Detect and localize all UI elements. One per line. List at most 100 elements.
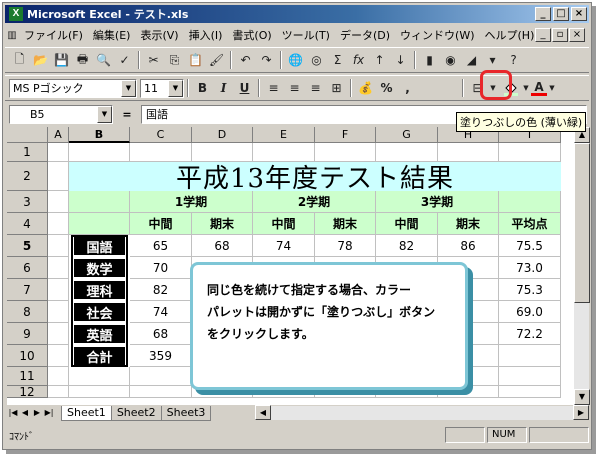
subheader[interactable]: 期末 [438,213,499,235]
menu-format[interactable]: 書式(O) [227,27,276,43]
term-header[interactable]: 1学期 [130,191,253,213]
menu-view[interactable]: 表示(V) [135,27,183,43]
subject-cell[interactable]: 英語 [73,324,126,344]
print-icon[interactable]: 🖶 [72,50,93,71]
chevron-down-icon[interactable]: ▼ [521,78,531,99]
document-icon[interactable]: ▥ [5,25,19,46]
doc-minimize-button[interactable]: _ [535,28,551,42]
select-all-corner[interactable] [7,127,48,143]
cell[interactable] [69,386,130,398]
cell[interactable] [499,143,561,162]
column-header-b[interactable]: B [69,127,130,143]
value-cell[interactable]: 70 [130,257,192,279]
redo-icon[interactable]: ↷ [256,50,277,71]
row-header-10[interactable]: 10 [7,345,48,367]
scroll-left-icon[interactable]: ◀ [255,405,271,420]
cell[interactable] [48,162,69,191]
horizontal-scrollbar[interactable]: ◀ ▶ [255,405,589,420]
menu-window[interactable]: ウィンドウ(W) [395,27,479,43]
office-assistant-icon[interactable]: ? [503,50,524,71]
cell[interactable] [48,143,69,162]
subheader[interactable]: 中間 [253,213,315,235]
row-header-3[interactable]: 3 [7,191,48,213]
value-cell[interactable]: 68 [130,323,192,345]
cell[interactable] [48,301,69,323]
scroll-down-icon[interactable]: ▼ [574,389,590,405]
cell[interactable] [48,191,69,213]
cell[interactable] [69,367,130,386]
subject-cell[interactable]: 理科 [73,280,126,300]
function-icon[interactable]: fx [348,50,369,71]
average-cell[interactable]: 72.2 [499,323,561,345]
cell[interactable] [48,257,69,279]
menu-file[interactable]: ファイル(F) [19,27,88,43]
cell[interactable] [69,213,130,235]
average-cell[interactable]: 69.0 [499,301,561,323]
align-right-icon[interactable]: ≡ [305,78,326,99]
subheader[interactable]: 平均点 [499,213,561,235]
menu-data[interactable]: データ(D) [335,27,395,43]
row-header-2[interactable]: 2 [7,162,48,191]
row-header-11[interactable]: 11 [7,367,48,386]
cell[interactable] [48,279,69,301]
average-cell[interactable]: 75.3 [499,279,561,301]
format-painter-icon[interactable]: 🖌 [206,50,227,71]
column-header-f[interactable]: F [315,127,376,143]
subheader[interactable]: 期末 [192,213,253,235]
column-header-g[interactable]: G [376,127,438,143]
doc-restore-button[interactable]: ▫ [552,28,568,42]
cell[interactable] [48,323,69,345]
average-cell[interactable]: 73.0 [499,257,561,279]
next-sheet-icon[interactable]: ▶ [31,406,43,420]
subject-cell[interactable]: 国語 [73,236,126,256]
vertical-scrollbar[interactable]: ▲ ▼ [573,127,590,405]
font-size-combo[interactable]: 11 ▼ [140,78,184,98]
term-header[interactable]: 2学期 [253,191,376,213]
close-button[interactable]: × [571,7,587,21]
row-header-12[interactable]: 12 [7,385,48,399]
cell[interactable] [48,213,69,235]
column-header-e[interactable]: E [253,127,315,143]
equals-sign[interactable]: = [113,108,141,121]
cell[interactable] [130,386,192,398]
tab-sheet2[interactable]: Sheet2 [110,405,162,421]
row-header-8[interactable]: 8 [7,301,48,323]
column-header-c[interactable]: C [130,127,192,143]
subheader[interactable]: 中間 [376,213,438,235]
scroll-thumb[interactable] [574,143,590,303]
italic-button[interactable]: I [213,78,234,99]
subject-cell[interactable]: 数学 [73,258,126,278]
value-cell[interactable]: 82 [376,235,438,257]
comma-button[interactable]: , [397,78,418,99]
chart-wizard-icon[interactable]: ▮ [419,50,440,71]
row-header-7[interactable]: 7 [7,279,48,301]
subheader[interactable]: 中間 [130,213,192,235]
cell[interactable] [499,386,561,398]
subject-cell[interactable]: 合計 [73,346,126,366]
value-cell[interactable]: 65 [130,235,192,257]
value-cell[interactable]: 359 [130,345,192,367]
row-header-6[interactable]: 6 [7,257,48,279]
minimize-button[interactable]: _ [535,7,551,21]
cell[interactable] [499,367,561,386]
row-header-5[interactable]: 5 [7,235,48,257]
menu-edit[interactable]: 編集(E) [88,27,136,43]
last-sheet-icon[interactable]: ▶| [43,406,55,420]
row-header-9[interactable]: 9 [7,323,48,345]
cell[interactable] [499,191,561,213]
cell[interactable] [69,191,130,213]
sort-descending-icon[interactable]: ↓ [390,50,411,71]
new-icon[interactable]: 🗋 [9,50,30,71]
prev-sheet-icon[interactable]: ◀ [19,406,31,420]
open-icon[interactable]: 📂 [30,50,51,71]
web-toolbar-icon[interactable]: ◎ [306,50,327,71]
font-color-button[interactable]: A [531,80,547,96]
row-header-4[interactable]: 4 [7,213,48,235]
cell[interactable] [130,367,192,386]
average-cell[interactable]: 75.5 [499,235,561,257]
menu-insert[interactable]: 挿入(I) [184,27,228,43]
paste-icon[interactable]: 📋 [185,50,206,71]
font-name-combo[interactable]: MS Pゴシック ▼ [9,78,137,98]
column-header-d[interactable]: D [192,127,253,143]
value-cell[interactable]: 86 [438,235,499,257]
